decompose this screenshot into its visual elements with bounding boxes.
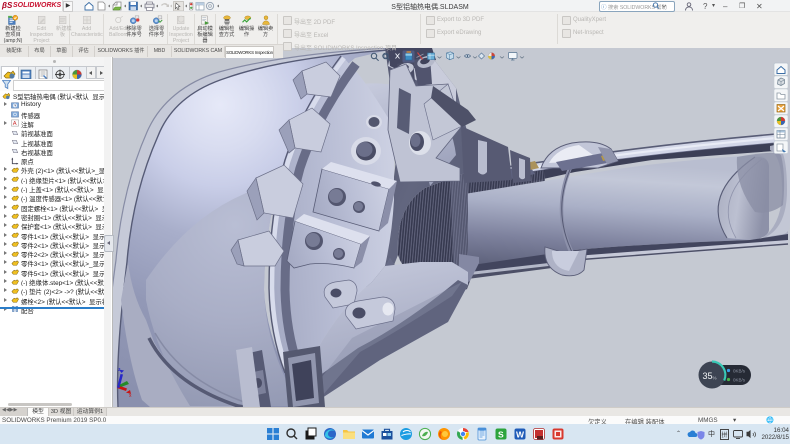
svg-text:%: % — [713, 376, 717, 381]
svg-text:0KB/s: 0KB/s — [733, 369, 746, 374]
svg-text:35: 35 — [703, 371, 713, 381]
svg-text:W: W — [516, 430, 525, 440]
svg-text:S: S — [498, 430, 504, 440]
svg-text:0KB/s: 0KB/s — [733, 378, 746, 383]
svg-text:A: A — [13, 122, 17, 128]
